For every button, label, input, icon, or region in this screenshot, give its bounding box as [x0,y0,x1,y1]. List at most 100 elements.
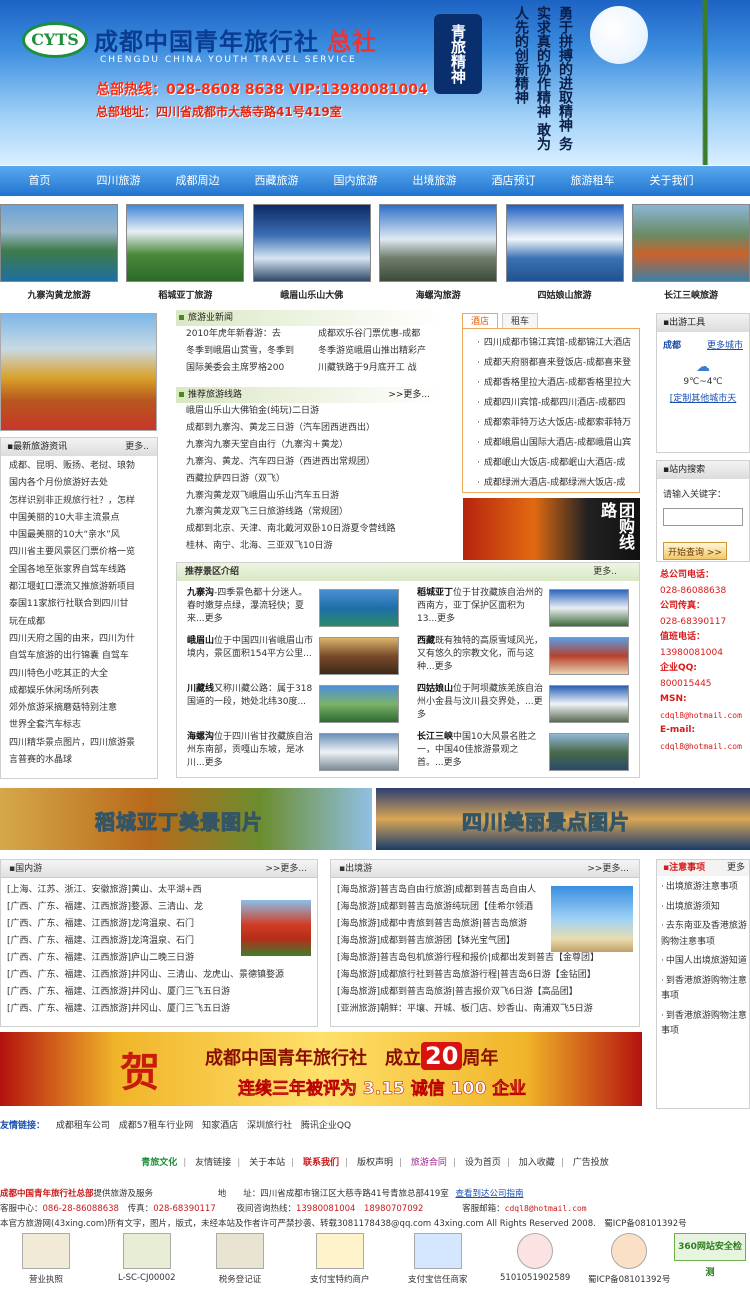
email-value[interactable]: cdql8@hotmail.com [660,739,750,755]
list-item[interactable]: 怎样识别非正规旅行社？，怎样 [9,493,153,510]
list-item[interactable]: 到香港旅游购物注意事项 [661,974,747,1005]
photo-image[interactable] [631,204,750,282]
list-item[interactable]: 言普赛的水晶球 [9,752,153,769]
list-item[interactable]: [广西、广东、福建、江西旅游]井冈山、厦门三飞五日游 [7,984,317,1001]
friend-link[interactable]: 腾讯企业QQ [301,1121,351,1131]
list-item[interactable]: 成都索菲特万达大饭店-成都索菲特万 [477,413,635,433]
list-item[interactable]: 泰国11家旅行社联合到四川甘 [9,596,153,613]
footer-link-contact[interactable]: 联系我们 [303,1158,339,1168]
friend-link[interactable]: 成都租车公司 [56,1121,110,1131]
list-item[interactable]: 出境旅游须知 [661,900,747,916]
nav-item-hotel[interactable]: 酒店预订 [474,166,553,196]
tiananmen-image[interactable] [241,900,311,956]
list-item[interactable]: 玩在成都 [9,614,153,631]
friend-link[interactable]: 深圳旅行社 [247,1121,292,1131]
list-item[interactable]: 川藏铁路于9月底开工 战 [318,360,440,377]
footer-link-favorite[interactable]: 加入收藏 [519,1158,555,1168]
list-item[interactable]: 成都到九寨沟、黄龙三日游（汽车团西进西出） [186,420,440,437]
footer-link-culture[interactable]: 青旅文化 [141,1158,177,1168]
photo-caption[interactable]: 海螺沟旅游 [379,288,497,301]
list-item[interactable]: 九寨沟黄龙双飞三日旅游线路（常规团） [186,504,440,521]
list-item[interactable]: 九寨沟黄龙双飞峨眉山乐山汽车五日游 [186,488,440,505]
scenic-item[interactable]: 九寨沟-四季景色都十分迷人。春时嫩芽点绿，瀑流轻快；夏来...更多 [181,587,406,631]
list-item[interactable]: [广西、广东、福建、江西旅游]井冈山、三清山、龙虎山、景德镇婺源 [7,967,317,984]
more-cities-link[interactable]: 更多城市 [707,338,743,351]
list-item[interactable]: 成都峨眉山国际大酒店-成都峨眉山宾 [477,433,635,453]
photo-caption[interactable]: 稻城亚丁旅游 [126,288,244,301]
badge-cert[interactable]: L-SC-CJ00002 [118,1233,176,1283]
scenic-item[interactable]: 四姑娘山位于阿坝藏族羌族自治州小金县与汶川县交界处，...更多 [411,683,636,727]
friend-link[interactable]: 成都57租车行业网 [119,1121,193,1131]
list-item[interactable]: 自驾车旅游的出行锦囊 自驾车 [9,648,153,665]
anniversary-banner[interactable]: 贺 成都中国青年旅行社 成立 20 周年 连续三年被评为 3.15 诚信 100 企… [0,1032,642,1106]
list-item[interactable]: 2010年虎年新春游：去 [186,326,308,343]
search-input[interactable] [663,508,743,526]
scenic-image[interactable] [319,733,399,771]
list-item[interactable]: 四川特色小吃其正的大全 [9,666,153,683]
list-item[interactable]: [海岛旅游]普吉岛包机旅游行程和报价|成都出发到普吉【金尊团】 [337,950,639,967]
list-item[interactable]: 到香港旅游购物注意事项 [661,1009,747,1040]
list-item[interactable]: 成都天府丽都喜来登饭店-成都喜来登 [477,353,635,373]
badge-police[interactable]: 5101051902589 [500,1233,570,1283]
badge-icp[interactable]: 蜀ICP备08101392号 [588,1233,670,1285]
beach-image[interactable] [551,886,633,952]
photo-jiuzhaigou[interactable]: 九寨沟黄龙旅游 [0,204,118,301]
badge-alipay-merchant[interactable]: 支付宝特约商户 [310,1233,370,1285]
list-item[interactable]: 世界全套汽车标志 [9,717,153,734]
photo-emei[interactable]: 峨眉山乐山大佛 [252,204,371,301]
nav-item-chengdu[interactable]: 成都周边 [158,166,237,196]
photo-image[interactable] [505,204,624,282]
photo-image[interactable] [126,204,245,282]
tab-hotel[interactable]: 酒店 [462,313,498,328]
scenic-item[interactable]: 峨眉山位于中国四川省峨眉山市境内，景区面积154平方公里... [181,635,406,679]
list-item[interactable]: 成都欢乐谷门票优惠-成都 [318,326,440,343]
nav-item-home[interactable]: 首页 [0,166,79,196]
nav-item-car[interactable]: 旅游租车 [553,166,632,196]
photo-daocheng[interactable]: 稻城亚丁旅游 [126,204,245,301]
list-item[interactable]: 九寨沟九寨天堂自由行（九寨沟＋黄龙） [186,437,440,454]
list-item[interactable]: 四川成都市锦江宾馆-成都锦江大酒店 [477,333,635,353]
scenic-image[interactable] [549,589,629,627]
badge-tax[interactable]: 税务登记证 [216,1233,264,1285]
list-item[interactable]: 成都到北京、天津、南北戴河双卧10日游夏令营线路 [186,521,440,538]
search-button[interactable]: 开始查询 >> [663,542,727,560]
list-item[interactable]: [亚洲旅游]朝鲜：平壤、开城、板门店、妙香山、南浦双飞5日游 [337,1001,639,1018]
list-item[interactable]: 都江堰虹口漂流又推旅游新项目 [9,579,153,596]
list-item[interactable]: 四川精华景点图片，四川旅游景 [9,735,153,752]
scenic-image[interactable] [319,637,399,675]
list-item[interactable]: 中国人出境旅游知道 [661,954,747,970]
scenic-item[interactable]: 川藏线又称川藏公路：属于318国道的一段，她处北纬30度... [181,683,406,727]
footer-link-contract[interactable]: 旅游合同 [411,1158,447,1168]
list-item[interactable]: 成都、昆明、贩扬、老挝、琅勃 [9,458,153,475]
nav-item-about[interactable]: 关于我们 [632,166,711,196]
scenic-item[interactable]: 长江三峡中国10大风景名胜之一，中国40佳旅游景观之首。...更多 [411,731,636,775]
routes-more-link[interactable]: >>更多... [388,387,430,403]
list-item[interactable]: [海岛旅游]成都旅行社到普吉岛旅游行程|普吉岛6日游【金钻团】 [337,967,639,984]
nav-item-outbound[interactable]: 出境旅游 [395,166,474,196]
list-item[interactable]: 成都香格里拉大酒店-成都香格里拉大 [477,373,635,393]
photo-image[interactable] [379,204,498,282]
custom-city-link[interactable]: [定制其他城市天 [663,391,743,404]
list-item[interactable]: 成都娱乐休闲场所列表 [9,683,153,700]
photo-hailuogou[interactable]: 海螺沟旅游 [379,204,498,301]
badge-alipay-trust[interactable]: 支付宝信任商家 [408,1233,468,1285]
scenic-image[interactable] [319,589,399,627]
list-item[interactable]: 中国美丽的10大非主流景点 [9,510,153,527]
list-item[interactable]: 全国各地至张家界自驾车线路 [9,562,153,579]
daocheng-banner[interactable]: 稻城亚丁美景图片 [0,788,372,850]
list-item[interactable]: 峨眉山乐山大佛铂金(纯玩)二日游 [186,403,440,420]
domestic-more-link[interactable]: >>更多... [265,860,307,878]
scenic-item[interactable]: 西藏既有独特的高原雪域风光，又有悠久的宗教文化，而与这种...更多 [411,635,636,679]
footer-link-about[interactable]: 关于本站 [249,1158,285,1168]
notice-more-link[interactable]: 更多 [727,860,745,876]
photo-caption[interactable]: 长江三峡旅游 [632,288,750,301]
nav-item-sichuan[interactable]: 四川旅游 [79,166,158,196]
photo-three-gorges[interactable]: 长江三峡旅游 [631,204,750,301]
photo-caption[interactable]: 九寨沟黄龙旅游 [0,288,118,301]
scenic-image[interactable] [549,637,629,675]
photo-caption[interactable]: 四姑娘山旅游 [506,288,624,301]
footer-link-copyright[interactable]: 版权声明 [357,1158,393,1168]
photo-image[interactable] [0,204,118,282]
list-item[interactable]: 成都四川宾馆-成都四川酒店-成都四 [477,393,635,413]
scenic-item[interactable]: 海螺沟位于四川省甘孜藏族自治州东南部，贡嘎山东坡，是冰川...更多 [181,731,406,775]
